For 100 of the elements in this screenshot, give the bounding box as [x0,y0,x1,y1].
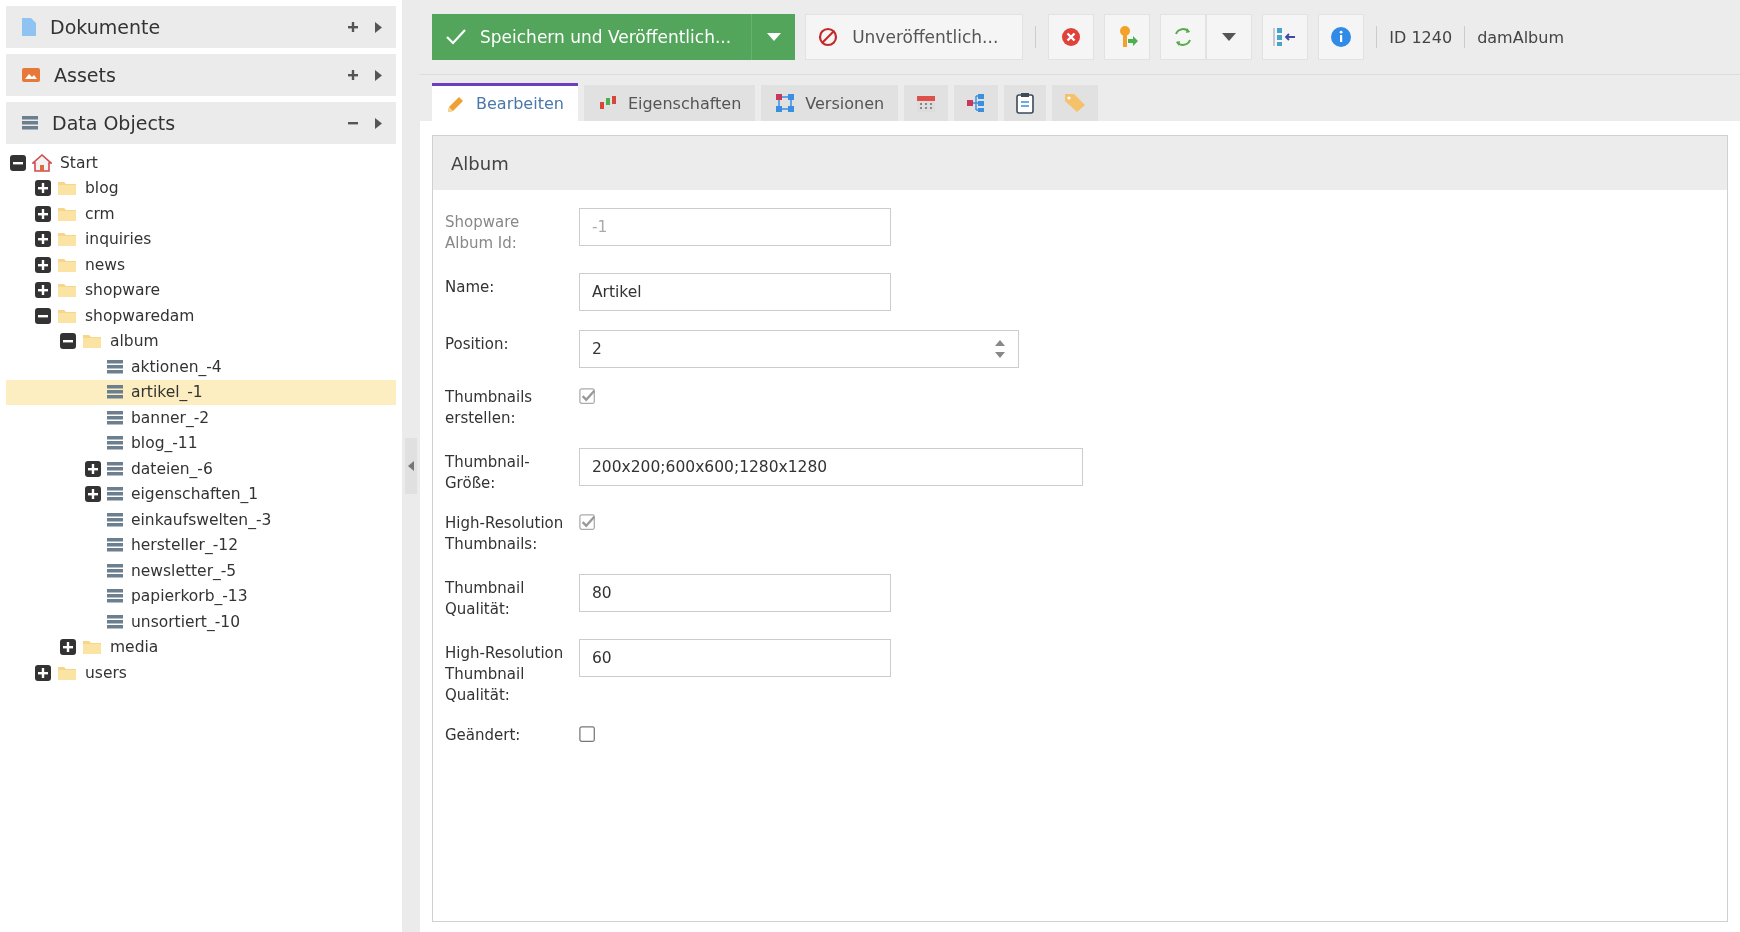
collapse-handle[interactable] [405,438,417,494]
input-field[interactable]: Artikel [579,273,891,311]
section-title: Dokumente [50,16,162,38]
tab[interactable]: Bearbeiten [432,83,578,121]
plus-icon[interactable] [35,180,51,197]
tree-item[interactable]: news [6,252,396,278]
section-title: Assets [54,64,117,86]
selected-tree-item[interactable]: artikel_-1 [6,379,396,405]
plus-icon[interactable] [60,639,76,656]
tab[interactable] [1004,85,1047,121]
database-icon [107,358,123,375]
database-icon [107,537,123,554]
field-label: Thumbnails erstellen: [445,387,534,429]
tree-item[interactable]: einkaufswelten_-3 [6,507,396,533]
tree-item[interactable]: eigenschaften_1 [6,481,396,507]
tree-item[interactable]: shopwaredam [6,303,396,329]
tree-item[interactable]: blog_-11 [6,430,396,456]
prohibited-icon [818,27,839,47]
hierarchy-arrow-icon [1273,27,1298,47]
plus-icon[interactable] [35,664,51,681]
caret-right-icon[interactable] [375,21,382,33]
caret-right-icon[interactable] [375,69,382,81]
input-field[interactable]: 60 [579,639,891,677]
input-field[interactable]: 80 [579,574,891,612]
tree-item[interactable]: aktionen_-4 [6,354,396,380]
database-icon [107,511,123,528]
input-field[interactable]: 200x200;600x600;1280x1280 [579,448,1083,486]
panel-title: Album [433,136,1727,190]
field-label: High-Resolution Thumbnail Qualität: [445,643,565,706]
class-name: damAlbum [1477,27,1564,47]
field-label: Thumbnail-Größe: [445,452,531,494]
document-icon [22,18,36,36]
field-label: Thumbnail Qualität: [445,578,526,620]
plus-icon[interactable] [345,19,361,35]
unpublish-button[interactable]: Unveröffentlich... [805,14,1024,60]
minus-icon[interactable] [10,154,26,171]
dropdown-button[interactable] [751,14,796,60]
field-label: High-Resolution Thumbnails: [445,513,565,555]
folder-icon [57,231,77,248]
checkbox[interactable] [579,725,597,743]
hierarchy-icon [966,93,987,113]
tab[interactable] [954,85,999,121]
caret-icon [766,33,781,41]
folder-icon [82,333,102,350]
accordion-header[interactable]: Assets [6,54,396,96]
minus-icon[interactable] [60,333,76,350]
plus-icon[interactable] [85,460,101,477]
field-label: Position: [445,334,510,355]
folder-icon [82,639,102,656]
folder-icon [57,282,77,299]
plus-icon[interactable] [345,67,361,83]
close-icon [1061,27,1082,47]
number-field[interactable]: 2 [579,330,1019,368]
tree-item[interactable]: users [6,660,396,686]
plus-icon[interactable] [35,205,51,222]
tree-item[interactable]: banner_-2 [6,405,396,431]
database-icon [107,384,123,401]
tree-item[interactable]: hersteller_-12 [6,532,396,558]
home-icon [32,153,52,172]
plus-icon[interactable] [85,486,101,503]
database-icon [107,588,123,605]
caret-icon [1222,33,1237,41]
tree-item[interactable]: newsletter_-5 [6,558,396,584]
plus-icon[interactable] [35,256,51,273]
tree-item[interactable]: dateien_-6 [6,456,396,482]
field-label: Geändert: [445,725,522,746]
close-button[interactable] [1048,14,1095,60]
tree-item[interactable]: shopware [6,277,396,303]
image-icon [22,68,40,82]
caret-left-icon [408,461,414,471]
tree-item[interactable]: album [6,328,396,354]
folder-icon [57,256,77,273]
tree-item[interactable]: inquiries [6,226,396,252]
minus-icon[interactable] [35,307,51,324]
tab[interactable]: Eigenschaften [583,85,756,121]
field-label: Name: [445,277,496,298]
plus-icon[interactable] [35,282,51,299]
plus-icon[interactable] [35,231,51,248]
database-icon [22,115,38,131]
info-icon [1330,26,1353,48]
tree-item[interactable]: crm [6,201,396,227]
versions-icon [775,93,796,113]
folder-icon [57,205,77,222]
database-icon [107,409,123,426]
tree-item[interactable]: unsortiert_-10 [6,609,396,635]
tree-item[interactable]: papierkorb_-13 [6,583,396,609]
tab[interactable]: Versionen [761,85,899,121]
database-icon [107,435,123,452]
accordion-header[interactable]: Data Objects [6,102,396,144]
tree-item[interactable]: Start [6,150,396,176]
database-icon [107,460,123,477]
tree-item[interactable]: media [6,634,396,660]
database-icon [107,562,123,579]
check-icon [446,29,466,45]
caret-right-icon[interactable] [375,117,382,129]
tree-locate-button[interactable] [1262,14,1309,60]
tree-item[interactable]: blog [6,175,396,201]
clipboard-icon [1016,92,1035,114]
info-button[interactable] [1318,14,1365,60]
accordion-header[interactable]: Dokumente [6,6,396,48]
